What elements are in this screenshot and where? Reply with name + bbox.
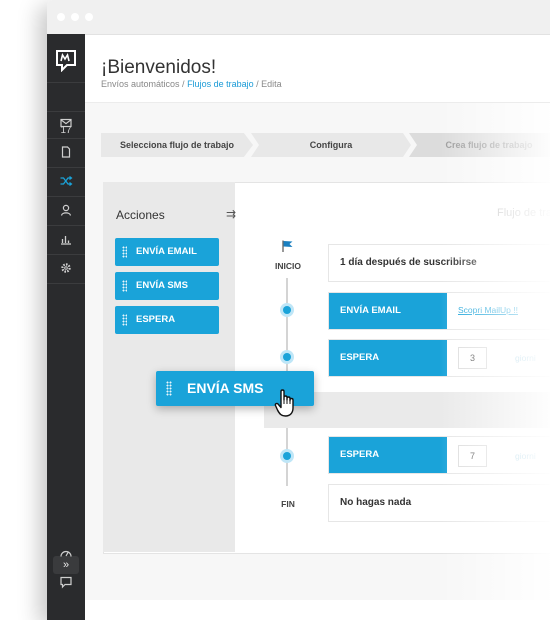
email-icon[interactable] [59,116,73,130]
window-dot[interactable] [57,13,65,21]
email-message-link[interactable]: Scopri MailUp !! [458,305,518,315]
statistics-chart-icon[interactable] [59,232,73,246]
hand-cursor-icon [274,389,294,417]
speedometer-icon[interactable] [59,547,73,561]
flow-step-action[interactable]: ENVÍA EMAIL [329,293,447,329]
flow-node[interactable] [280,350,294,364]
sidebar: 17 » [47,34,85,620]
document-icon[interactable] [59,145,73,159]
dragging-label: ENVÍA SMS [187,380,264,396]
workflow-shuffle-icon[interactable] [59,174,73,188]
wizard-steps: Selecciona flujo de trabajo Configura Cr… [101,133,550,157]
window-titlebar [47,0,550,35]
workflow-title: Flujo de trabajo [497,207,550,219]
flow-step-action[interactable]: ESPERA [329,340,447,376]
breadcrumb-separator: / [179,79,188,89]
wait-unit-label: giorni [515,353,536,363]
page-title: ¡Bienvenidos! [101,57,217,78]
window-dot[interactable] [85,13,93,21]
action-label: ENVÍA EMAIL [136,246,197,257]
action-label: ENVÍA SMS [136,280,188,291]
breadcrumb-separator: / [253,79,262,89]
toggle-panel-arrows-icon[interactable]: ⇉ [226,207,236,221]
breadcrumb-current: Edita [261,79,282,89]
window-dot[interactable] [71,13,79,21]
flow-end-label: FIN [281,499,295,509]
end-text: No hagas nada [340,497,412,508]
action-send-sms[interactable]: ENVÍA SMS [115,272,219,300]
mailup-logo-icon[interactable] [54,48,78,72]
wizard-step-create[interactable]: Crea flujo de trabajo [409,133,550,157]
drag-handle-icon[interactable] [122,280,127,292]
wait-days-input[interactable]: 3 [458,347,487,369]
end-card[interactable]: No hagas nada [328,484,550,522]
chat-icon[interactable] [59,575,73,589]
breadcrumb-root[interactable]: Envíos automáticos [101,79,180,89]
drag-handle-icon[interactable] [122,314,127,326]
breadcrumb: Envíos automáticos / Flujos de trabajo /… [101,79,282,89]
flow-node[interactable] [280,303,294,317]
flag-icon [282,240,293,252]
wait-unit-label: giorni [515,451,536,461]
trigger-text: 1 día después de suscribirse [340,257,477,268]
action-label: ESPERA [136,314,176,325]
action-wait[interactable]: ESPERA [115,306,219,334]
action-send-email[interactable]: ENVÍA EMAIL [115,238,219,266]
wizard-step-select[interactable]: Selecciona flujo de trabajo [101,133,253,157]
drag-handle-icon[interactable] [166,381,172,396]
actions-title: Acciones [116,208,165,222]
flow-node[interactable] [280,449,294,463]
gear-icon[interactable] [59,261,73,275]
user-icon[interactable] [59,203,73,217]
flow-start-label: INICIO [275,261,301,271]
flow-step-action[interactable]: ESPERA [329,437,447,473]
trigger-card[interactable]: 1 día después de suscribirse [328,244,550,282]
breadcrumb-link[interactable]: Flujos de trabajo [187,79,254,89]
wait-days-input[interactable]: 7 [458,445,487,467]
drag-handle-icon[interactable] [122,246,127,258]
wizard-step-configure[interactable]: Configura [251,133,411,157]
